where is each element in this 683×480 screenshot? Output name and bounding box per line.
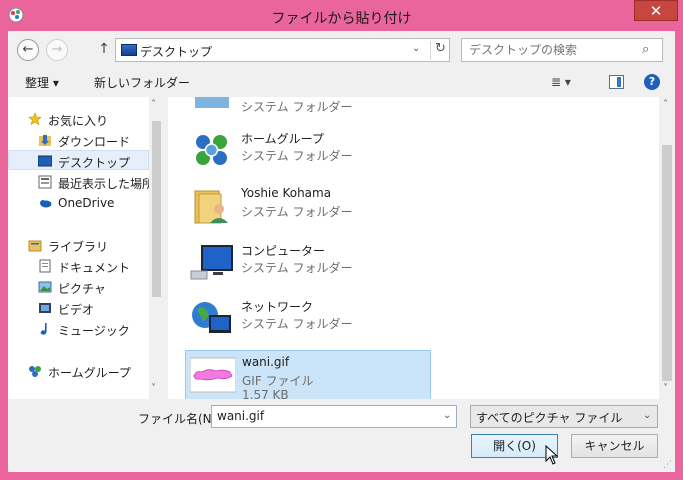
documents-icon bbox=[39, 259, 51, 273]
recent-places-icon bbox=[38, 175, 52, 189]
sidebar-scroll-up-icon[interactable]: ˄ bbox=[151, 99, 156, 110]
help-button[interactable]: ? bbox=[644, 74, 660, 90]
file-type-filter[interactable]: すべてのピクチャ ファイル ⌄ bbox=[470, 405, 658, 428]
music-icon bbox=[40, 323, 47, 335]
folder-icon bbox=[195, 97, 229, 108]
homegroup-icon bbox=[29, 366, 41, 377]
desktop-icon bbox=[121, 44, 137, 56]
back-button[interactable]: ← bbox=[17, 39, 39, 61]
list-item-user-folder[interactable]: Yoshie Kohama システム フォルダー bbox=[185, 182, 431, 232]
search-box[interactable]: ⌕ bbox=[461, 38, 663, 62]
sidebar-item-downloads[interactable]: ダウンロード bbox=[8, 130, 149, 150]
file-name: コンピューター bbox=[241, 244, 326, 258]
file-name: ネットワーク bbox=[241, 300, 314, 314]
star-icon bbox=[28, 112, 42, 126]
sidebar-item-label: お気に入り bbox=[48, 114, 109, 128]
sidebar-scroll-down-icon[interactable]: ˅ bbox=[151, 383, 156, 394]
refresh-button[interactable]: ↻ bbox=[430, 41, 450, 60]
window-title: ファイルから貼り付け bbox=[271, 11, 412, 27]
preview-pane-button[interactable] bbox=[609, 75, 624, 89]
file-name: wani.gif bbox=[242, 355, 290, 369]
file-type: システム フォルダー bbox=[241, 205, 353, 219]
sidebar-item-documents[interactable]: ドキュメント bbox=[8, 256, 149, 276]
download-folder-icon bbox=[39, 135, 51, 146]
sidebar-item-onedrive[interactable]: OneDrive bbox=[8, 193, 149, 213]
file-size: 1.57 KB bbox=[242, 388, 289, 399]
sidebar-item-label: ダウンロード bbox=[58, 135, 131, 149]
file-name: ホームグループ bbox=[241, 132, 324, 146]
list-item-network[interactable]: ネットワーク システム フォルダー bbox=[185, 294, 431, 344]
cancel-button[interactable]: キャンセル bbox=[571, 434, 658, 458]
filename-label: ファイル名(N): bbox=[138, 412, 221, 426]
up-button[interactable]: ↑ bbox=[96, 41, 112, 59]
sidebar-item-music[interactable]: ミュージック bbox=[8, 319, 149, 339]
organize-button[interactable]: 整理 ▾ bbox=[25, 74, 59, 91]
filename-value: wani.gif bbox=[217, 409, 265, 423]
search-icon[interactable]: ⌕ bbox=[642, 42, 649, 57]
sidebar-item-videos[interactable]: ビデオ bbox=[8, 298, 149, 318]
user-folder-icon bbox=[194, 190, 228, 224]
resize-grip-icon[interactable]: ⋰ bbox=[663, 460, 672, 470]
computer-icon bbox=[190, 245, 233, 280]
address-bar[interactable]: デスクトップ ⌄ ↻ bbox=[115, 38, 450, 62]
toolbar: 整理 ▾ 新しいフォルダー ≣ ▾ ? bbox=[8, 69, 675, 97]
gif-thumbnail bbox=[190, 357, 236, 393]
library-icon bbox=[28, 240, 42, 252]
sidebar-item-pictures[interactable]: ピクチャ bbox=[8, 277, 149, 297]
sidebar-item-label: ビデオ bbox=[58, 303, 95, 317]
list-item-wani-gif[interactable]: wani.gif GIF ファイル 1.57 KB bbox=[185, 350, 431, 399]
desktop-icon bbox=[38, 155, 52, 167]
address-dropdown-icon[interactable]: ⌄ bbox=[412, 43, 420, 54]
pictures-icon bbox=[38, 281, 52, 293]
sidebar-item-label: ホームグループ bbox=[48, 366, 131, 380]
file-name: Yoshie Kohama bbox=[241, 186, 332, 200]
list-item-homegroup[interactable]: ホームグループ システム フォルダー bbox=[185, 126, 431, 176]
navigation-pane[interactable]: お気に入り ダウンロード デスクトップ 最近表示した場所 OneDrive ライ… bbox=[8, 97, 163, 399]
new-folder-button[interactable]: 新しいフォルダー bbox=[94, 74, 190, 91]
mouse-cursor-icon bbox=[545, 445, 559, 465]
sidebar-item-label: OneDrive bbox=[58, 196, 115, 210]
sidebar-scroll-thumb[interactable] bbox=[152, 121, 161, 297]
search-input[interactable] bbox=[463, 40, 633, 60]
sidebar-item-label: ドキュメント bbox=[58, 261, 131, 275]
videos-icon bbox=[39, 303, 51, 313]
file-type: システム フォルダー bbox=[241, 261, 353, 275]
sidebar-item-label: ピクチャ bbox=[58, 282, 106, 296]
onedrive-icon bbox=[40, 200, 52, 208]
sidebar-item-libraries[interactable]: ライブラリ bbox=[8, 235, 149, 255]
dialog-client: ← → ↑ デスクトップ ⌄ ↻ ⌕ 整理 ▾ 新しいフォルダー ≣ ▾ ? お… bbox=[8, 31, 675, 472]
file-list-pane[interactable]: システム フォルダー ホームグループ システム フォルダー Yoshie Koh… bbox=[168, 97, 675, 399]
file-list-scroll-up-icon[interactable]: ˄ bbox=[663, 99, 668, 110]
list-item-partial[interactable]: システム フォルダー bbox=[185, 97, 431, 127]
sidebar-item-recent[interactable]: 最近表示した場所 bbox=[8, 172, 154, 192]
sidebar-item-homegroup[interactable]: ホームグループ bbox=[8, 361, 149, 381]
open-file-dialog: ファイルから貼り付け ✕ ← → ↑ デスクトップ ⌄ ↻ ⌕ 整理 ▾ 新しい… bbox=[0, 0, 683, 480]
sidebar-item-label: ライブラリ bbox=[48, 240, 109, 254]
file-type: GIF ファイル bbox=[242, 374, 314, 388]
filename-field[interactable]: wani.gif ⌄ bbox=[211, 405, 457, 428]
file-type-filter-value: すべてのピクチャ ファイル bbox=[476, 411, 623, 425]
network-icon bbox=[192, 302, 231, 333]
close-button[interactable]: ✕ bbox=[634, 0, 678, 21]
file-type: システム フォルダー bbox=[241, 317, 353, 331]
file-type: システム フォルダー bbox=[241, 149, 353, 163]
list-item-computer[interactable]: コンピューター システム フォルダー bbox=[185, 238, 431, 288]
filename-dropdown-icon[interactable]: ⌄ bbox=[443, 410, 451, 421]
file-list-scroll-down-icon[interactable]: ˅ bbox=[663, 383, 668, 394]
title-bar[interactable]: ファイルから貼り付け ✕ bbox=[0, 0, 683, 31]
change-view-button[interactable]: ≣ ▾ bbox=[551, 75, 585, 91]
file-type-dropdown-icon[interactable]: ⌄ bbox=[643, 410, 651, 421]
file-type: システム フォルダー bbox=[241, 100, 353, 114]
forward-button[interactable]: → bbox=[46, 39, 68, 61]
sidebar-item-label: ミュージック bbox=[58, 324, 130, 338]
homegroup-icon bbox=[196, 135, 227, 165]
address-path: デスクトップ bbox=[140, 45, 213, 59]
sidebar-item-desktop[interactable]: デスクトップ bbox=[8, 150, 149, 170]
sidebar-item-favorites[interactable]: お気に入り bbox=[8, 109, 149, 129]
file-list-scroll-thumb[interactable] bbox=[662, 145, 672, 381]
sidebar-item-label: 最近表示した場所 bbox=[58, 177, 155, 191]
sidebar-item-label: デスクトップ bbox=[58, 156, 131, 170]
